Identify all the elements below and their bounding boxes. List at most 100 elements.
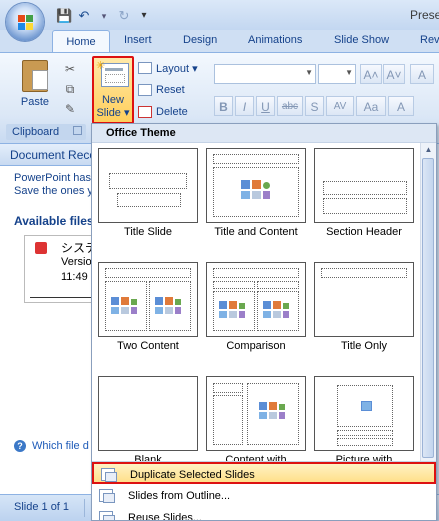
gallery-section-title: Office Theme — [92, 124, 436, 143]
menu-item-label: Slides from Outline... — [128, 490, 231, 502]
scroll-up-icon[interactable]: ▲ — [421, 143, 436, 157]
slides-from-outline-item[interactable]: Slides from Outline... — [92, 485, 436, 507]
layout-thumbnail — [98, 148, 198, 223]
font-color-button[interactable]: A — [388, 96, 414, 116]
chevron-down-icon: ▼ — [345, 68, 353, 77]
gallery-scrollbar[interactable]: ▲ — [420, 143, 436, 461]
layout-icon — [138, 62, 152, 74]
undo-icon[interactable]: ↶ — [76, 8, 92, 24]
new-slide-label-line1: New — [101, 94, 124, 106]
scroll-thumb[interactable] — [422, 158, 434, 458]
tab-home[interactable]: Home — [52, 30, 110, 52]
title-placeholder — [323, 181, 407, 195]
layout-thumbnail — [314, 376, 414, 451]
powerpoint-file-icon — [35, 242, 47, 254]
bold-button[interactable]: B — [214, 96, 233, 116]
available-files-heading: Available files — [14, 214, 92, 228]
reuse-slides-item[interactable]: Reuse Slides... — [92, 507, 436, 521]
layout-label: Two Content — [117, 340, 179, 352]
reuse-slides-icon — [99, 511, 115, 520]
layout-thumbnail — [206, 262, 306, 337]
grow-font-button[interactable]: A˄ — [360, 64, 382, 84]
subtitle-placeholder — [117, 193, 181, 207]
recovery-message-line2: Save the ones y — [14, 185, 92, 197]
recovery-message: PowerPoint has Save the ones y — [14, 172, 92, 198]
duplicate-selected-slides-item[interactable]: Duplicate Selected Slides — [92, 462, 436, 484]
content-icons — [263, 301, 293, 321]
content-icons — [219, 301, 249, 321]
title-placeholder — [109, 173, 187, 189]
tab-design[interactable]: Design — [183, 34, 217, 46]
text-shadow-button[interactable]: S — [305, 96, 324, 116]
divider — [84, 499, 85, 517]
title-placeholder — [213, 383, 243, 393]
reset-button[interactable]: Reset — [138, 81, 185, 99]
slide-indicator: Slide 1 of 1 — [14, 501, 70, 513]
reset-label: Reset — [156, 84, 185, 96]
menu-item-label: Reuse Slides... — [128, 512, 202, 521]
character-spacing-button[interactable]: AV — [326, 96, 354, 116]
reset-icon — [138, 84, 152, 96]
layout-thumbnail — [314, 262, 414, 337]
copy-icon[interactable]: ⧉ — [62, 82, 78, 98]
layout-label: Section Header — [326, 226, 402, 238]
change-case-button[interactable]: Aa — [356, 96, 386, 116]
layout-thumbnail — [314, 148, 414, 223]
new-slide-gallery: Office Theme ▲ Title Slide Title and Con… — [91, 123, 437, 521]
menu-item-label: Duplicate Selected Slides — [130, 469, 255, 481]
layout-label: Title and Content — [214, 226, 298, 238]
strikethrough-button[interactable]: abc — [277, 96, 303, 116]
recovered-file-item[interactable]: システ Version 11:49 — [24, 235, 98, 303]
cut-icon[interactable]: ✂ — [62, 62, 78, 78]
undo-dropdown-icon[interactable]: ▾ — [96, 8, 112, 24]
tab-slide-show[interactable]: Slide Show — [334, 34, 389, 46]
clear-formatting-button[interactable]: A — [410, 64, 434, 84]
help-link[interactable]: ? Which file d — [14, 440, 92, 452]
italic-button[interactable]: I — [235, 96, 254, 116]
help-icon: ? — [14, 440, 26, 452]
office-button[interactable] — [6, 3, 44, 41]
dialog-launcher-icon[interactable] — [73, 126, 82, 135]
font-name-combo[interactable]: ▼ — [214, 64, 316, 84]
layout-label: Comparison — [226, 340, 286, 352]
delete-icon — [138, 106, 152, 118]
window-title: Prese — [410, 8, 439, 22]
chevron-down-icon: ▼ — [305, 68, 313, 77]
title-placeholder — [337, 430, 393, 436]
heading-placeholder-right — [257, 281, 299, 289]
text-placeholder — [323, 198, 407, 214]
content-icons — [241, 180, 271, 200]
tab-insert[interactable]: Insert — [124, 34, 152, 46]
new-slide-button[interactable]: ✳ New Slide ▾ — [92, 56, 134, 124]
content-icons — [259, 402, 289, 422]
duplicate-slides-icon — [101, 468, 117, 482]
picture-icon — [361, 401, 372, 411]
font-format-row: B I U abc S AV Aa A — [214, 96, 414, 116]
tab-animations[interactable]: Animations — [248, 34, 302, 46]
delete-button[interactable]: Delete — [138, 103, 188, 121]
title-placeholder — [213, 154, 299, 164]
layout-label: Layout ▾ — [156, 62, 198, 75]
layout-thumbnail — [206, 148, 306, 223]
divider — [30, 297, 92, 298]
layout-label: Title Only — [340, 340, 388, 352]
layout-label: Title Slide — [124, 226, 172, 238]
paste-button[interactable]: Paste — [10, 58, 60, 122]
tab-review[interactable]: Rev — [420, 34, 439, 46]
text-placeholder — [213, 395, 243, 445]
text-placeholder — [337, 438, 393, 446]
font-size-combo[interactable]: ▼ — [318, 64, 356, 84]
paste-label: Paste — [20, 96, 50, 108]
layout-thumbnail — [98, 262, 198, 337]
underline-button[interactable]: U — [256, 96, 275, 116]
shrink-font-button[interactable]: A˅ — [383, 64, 405, 84]
new-slide-label-line2: Slide ▾ — [96, 107, 130, 119]
outline-icon — [99, 489, 115, 503]
paste-icon — [22, 60, 48, 92]
layout-button[interactable]: Layout ▾ — [138, 59, 198, 77]
redo-icon[interactable]: ↻ — [116, 8, 132, 24]
recovery-message-line1: PowerPoint has — [14, 172, 92, 184]
format-painter-icon[interactable]: ✎ — [62, 102, 78, 118]
save-icon[interactable]: 💾 — [56, 8, 72, 24]
customize-icon[interactable]: ▾ — [136, 8, 152, 24]
